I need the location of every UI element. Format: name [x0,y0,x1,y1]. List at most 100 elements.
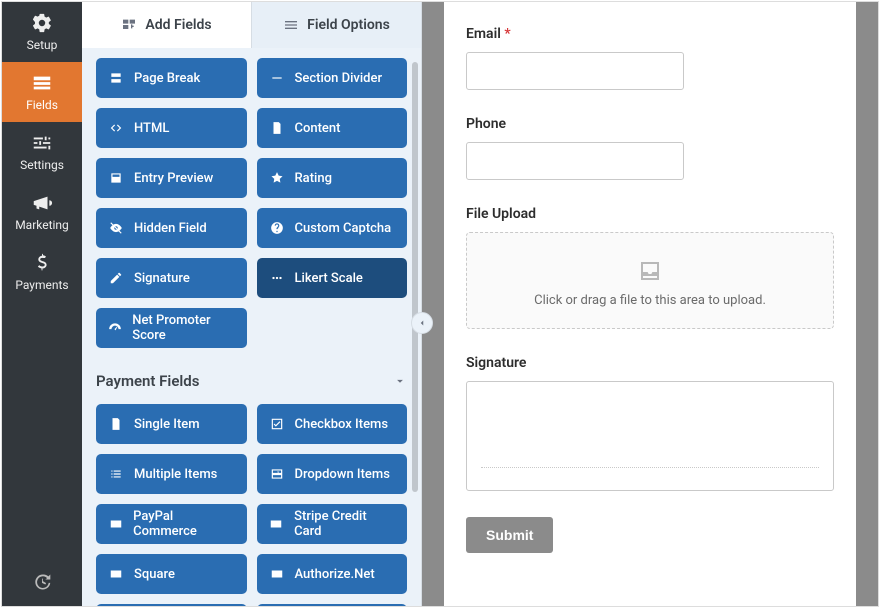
file-upload-dropzone[interactable]: Click or drag a file to this area to upl… [466,232,834,329]
field-label: Square [134,567,175,582]
field-hidden[interactable]: Hidden Field [96,208,247,248]
field-entry-preview[interactable]: Entry Preview [96,158,247,198]
email-input[interactable] [466,52,684,90]
dollar-icon [31,252,53,274]
field-signature[interactable]: Signature [96,258,247,298]
grid-dots-icon [269,270,285,286]
field-label: Likert Scale [295,271,363,286]
upload-label: File Upload [466,206,834,222]
nav-history[interactable] [2,558,82,606]
field-html[interactable]: HTML [96,108,247,148]
field-rating[interactable]: Rating [257,158,408,198]
field-multiple-items[interactable]: Multiple Items [96,454,247,494]
divider-icon [269,70,285,86]
panel-scrollbar[interactable] [412,62,418,492]
field-paypal[interactable]: PayPal Commerce [96,504,247,544]
form-field-signature[interactable]: Signature [466,355,834,491]
field-label: Stripe Credit Card [294,509,395,539]
nav-setup[interactable]: Setup [2,2,82,62]
credit-card-icon [108,566,124,582]
chevron-left-icon [417,318,427,328]
nav-settings[interactable]: Settings [2,122,82,182]
gauge-icon [108,320,122,336]
field-content[interactable]: Content [257,108,408,148]
nav-label: Setup [27,38,58,52]
field-authorize-net[interactable]: Authorize.Net [257,554,408,594]
sliders-icon [31,132,53,154]
signature-line [481,467,819,468]
form-field-upload[interactable]: File Upload Click or drag a file to this… [466,206,834,329]
credit-card-icon [269,566,285,582]
credit-card-icon [108,516,123,532]
submit-button[interactable]: Submit [466,517,553,553]
nav-payments[interactable]: Payments [2,242,82,302]
gear-icon [31,12,53,34]
nav-label: Marketing [15,218,69,232]
form-field-phone[interactable]: Phone [466,116,834,180]
field-page-break[interactable]: Page Break [96,58,247,98]
form-icon [31,72,53,94]
field-group-payment: Single Item Checkbox Items Multiple Item… [96,404,407,606]
field-label: Net Promoter Score [132,313,234,343]
signature-pad[interactable] [466,381,834,491]
payment-fields-header[interactable]: Payment Fields [96,372,407,390]
file-icon [108,416,124,432]
field-coupon[interactable]: Coupon [96,604,247,606]
tab-field-options[interactable]: Field Options [252,2,421,48]
field-label: PayPal Commerce [133,509,234,539]
email-label: Email * [466,26,834,42]
field-custom-captcha[interactable]: Custom Captcha [257,208,408,248]
field-label: Single Item [134,417,200,432]
field-label: Checkbox Items [295,417,389,432]
star-icon [269,170,285,186]
field-label: Page Break [134,71,200,86]
dropdown-icon [269,466,285,482]
field-label: Section Divider [295,71,383,86]
tab-label: Add Fields [145,17,211,33]
nav-label: Settings [20,158,64,172]
grid-plus-icon [121,17,137,33]
inbox-icon [636,259,664,283]
field-single-item[interactable]: Single Item [96,404,247,444]
field-label: Multiple Items [134,467,217,482]
tab-label: Field Options [307,17,390,33]
phone-label: Phone [466,116,834,132]
field-label: Content [295,121,341,136]
form-field-email[interactable]: Email * [466,26,834,90]
field-section-divider[interactable]: Section Divider [257,58,408,98]
question-icon [269,220,285,236]
field-label: Authorize.Net [295,567,375,582]
field-label: Rating [295,171,332,186]
field-stripe[interactable]: Stripe Credit Card [257,504,408,544]
megaphone-icon [31,192,53,214]
field-label: Custom Captcha [295,221,392,236]
field-total[interactable]: Total [257,604,408,606]
field-label: Hidden Field [134,221,207,236]
field-label: Entry Preview [134,171,213,186]
chevron-down-icon [393,374,407,388]
field-label: Dropdown Items [295,467,390,482]
collapse-panel-toggle[interactable] [411,312,433,334]
credit-card-icon [269,516,285,532]
left-nav: Setup Fields Settings Marketing Payments [2,2,82,606]
nav-fields[interactable]: Fields [2,62,82,122]
history-icon [32,572,52,592]
field-likert-scale[interactable]: Likert Scale [257,258,408,298]
list-icon [108,466,124,482]
section-title: Payment Fields [96,372,199,390]
field-nps[interactable]: Net Promoter Score [96,308,247,348]
nav-marketing[interactable]: Marketing [2,182,82,242]
field-dropdown-items[interactable]: Dropdown Items [257,454,408,494]
phone-input[interactable] [466,142,684,180]
preview-icon [108,170,124,186]
field-square[interactable]: Square [96,554,247,594]
tab-add-fields[interactable]: Add Fields [82,2,252,48]
form-preview-area: Email * Phone File Upload Click or drag … [422,2,878,606]
eye-off-icon [108,220,124,236]
field-checkbox-items[interactable]: Checkbox Items [257,404,408,444]
checkbox-icon [269,416,285,432]
nav-label: Payments [15,278,68,292]
code-icon [108,120,124,136]
field-label: HTML [134,121,169,136]
field-group-fancy: Page Break Section Divider HTML Content … [96,58,407,348]
